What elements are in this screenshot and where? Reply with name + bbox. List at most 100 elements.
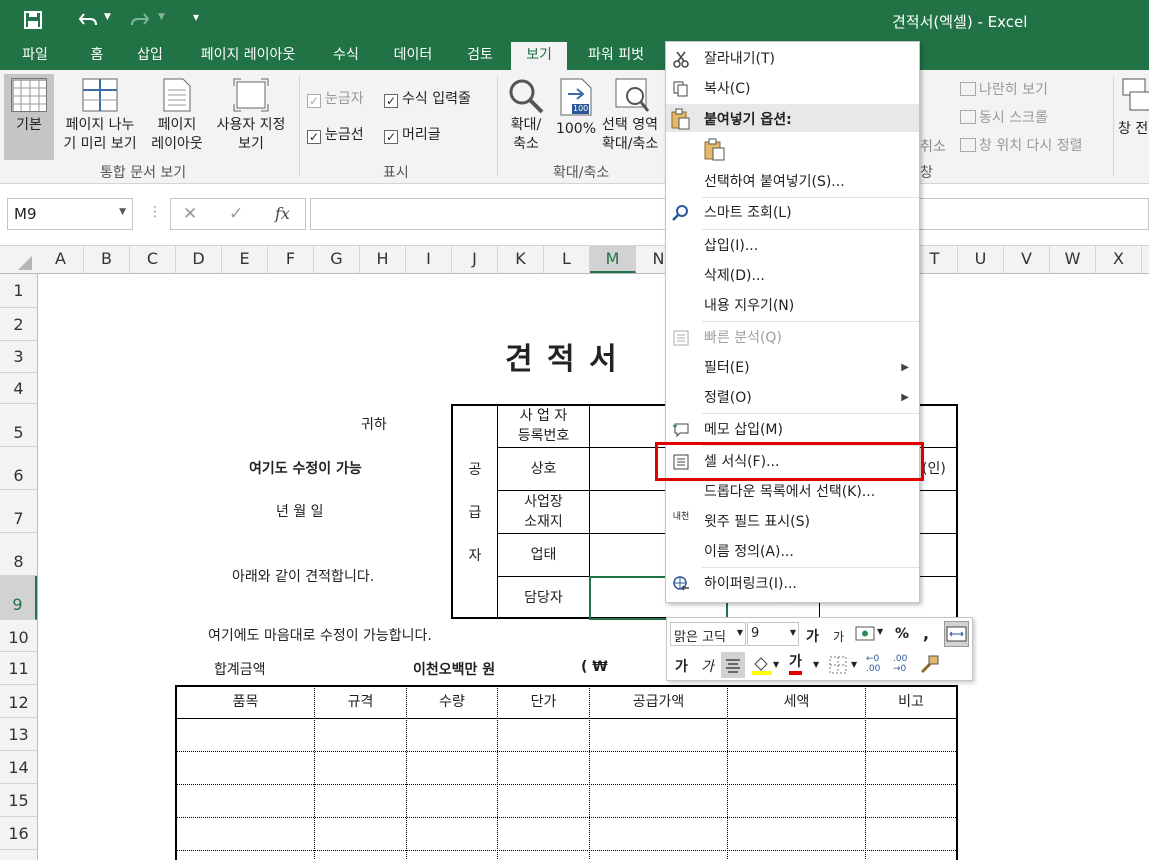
fill-color-dropdown-icon[interactable]: ▼ — [773, 660, 779, 669]
align-center-button[interactable] — [721, 652, 745, 678]
menu-item-cut[interactable]: 잘라내기(T) — [666, 44, 919, 74]
page-layout-view-button[interactable]: 페이지 레이아웃 — [146, 78, 208, 154]
row-header[interactable]: 6 — [0, 447, 37, 490]
font-name-box[interactable]: 맑은 고딕 ▼ — [670, 622, 746, 646]
font-dropdown-icon[interactable]: ▼ — [737, 628, 743, 637]
insert-function-icon[interactable]: fx — [275, 204, 290, 223]
name-box[interactable]: M9 ▼ — [7, 198, 133, 230]
tab-review[interactable]: 검토 — [455, 42, 505, 70]
formula-bar-checkbox[interactable]: ✓ 수식 입력줄 — [384, 88, 471, 108]
borders-icon[interactable] — [829, 656, 847, 674]
menu-item-hyperlink[interactable]: 하이퍼링크(I)... — [666, 569, 919, 599]
menu-item-delete[interactable]: 삭제(D)... — [666, 261, 919, 291]
switch-windows-button[interactable]: 창 전 — [1118, 78, 1149, 139]
fill-color-icon[interactable] — [751, 654, 773, 676]
row-header[interactable]: 1 — [0, 274, 37, 308]
percent-style-icon[interactable]: % — [895, 626, 909, 642]
tab-view[interactable]: 보기 — [511, 42, 567, 70]
column-header[interactable]: W — [1050, 246, 1096, 273]
column-header[interactable]: E — [222, 246, 268, 273]
row-header[interactable]: 3 — [0, 341, 37, 373]
column-header[interactable]: J — [452, 246, 498, 273]
save-icon[interactable] — [24, 11, 42, 29]
row-header[interactable]: 12 — [0, 685, 37, 718]
menu-item-copy[interactable]: 복사(C) — [666, 74, 919, 104]
tab-page-layout[interactable]: 페이지 레이아웃 — [184, 42, 312, 70]
row-header[interactable]: 14 — [0, 751, 37, 784]
cancel-icon[interactable]: ✕ — [183, 204, 197, 224]
menu-item-paste-special[interactable]: 선택하여 붙여넣기(S)... — [666, 167, 919, 197]
column-header[interactable]: U — [958, 246, 1004, 273]
menu-item-insert-comment[interactable]: 메모 삽입(M) — [666, 415, 919, 445]
column-header[interactable]: X — [1096, 246, 1142, 273]
column-header[interactable]: G — [314, 246, 360, 273]
page-break-preview-button[interactable]: 페이지 나누 기 미리 보기 — [56, 78, 144, 154]
tab-home[interactable]: 홈 — [77, 42, 117, 70]
zoom-selection-button[interactable]: 선택 영역 확대/축소 — [602, 78, 664, 154]
column-header[interactable]: V — [1004, 246, 1050, 273]
column-header[interactable]: D — [176, 246, 222, 273]
menu-item-insert[interactable]: 삽입(I)... — [666, 231, 919, 261]
menu-item-filter[interactable]: 필터(E) ▶ — [666, 353, 919, 383]
row-header[interactable]: 11 — [0, 652, 37, 685]
undo-icon[interactable] — [78, 11, 98, 29]
tab-formulas[interactable]: 수식 — [322, 42, 370, 70]
row-header-selected[interactable]: 9 — [0, 576, 37, 620]
row-header[interactable]: 7 — [0, 490, 37, 533]
tab-data[interactable]: 데이터 — [381, 42, 445, 70]
select-all-icon[interactable] — [14, 254, 34, 272]
row-header[interactable]: 10 — [0, 620, 37, 652]
gridlines-checkbox[interactable]: ✓ 눈금선 — [307, 124, 364, 144]
borders-dropdown-icon[interactable]: ▼ — [851, 660, 857, 669]
format-painter-icon[interactable] — [920, 654, 940, 674]
row-header[interactable]: 5 — [0, 404, 37, 447]
italic-icon[interactable]: 가 — [701, 656, 714, 676]
row-header[interactable]: 13 — [0, 718, 37, 751]
shrink-font-icon[interactable]: 가 — [833, 628, 844, 645]
zoom-button[interactable]: 확대/ 축소 — [503, 78, 549, 154]
accounting-dropdown-icon[interactable]: ▼ — [877, 627, 883, 636]
column-header[interactable]: A — [38, 246, 84, 273]
size-dropdown-icon[interactable]: ▼ — [790, 628, 796, 637]
column-header[interactable]: L — [544, 246, 590, 273]
column-header[interactable]: H — [360, 246, 406, 273]
tab-file[interactable]: 파일 — [10, 42, 60, 70]
normal-view-button[interactable]: 기본 — [6, 78, 52, 135]
row-header[interactable]: 4 — [0, 373, 37, 404]
bold-icon[interactable]: 가 — [675, 656, 688, 676]
grow-font-icon[interactable]: 가 — [806, 626, 819, 646]
paste-icon[interactable] — [704, 138, 726, 162]
enter-icon[interactable]: ✓ — [229, 204, 243, 224]
column-header[interactable]: K — [498, 246, 544, 273]
comma-style-icon[interactable]: , — [923, 624, 929, 643]
column-header[interactable]: I — [406, 246, 452, 273]
name-box-dropdown-icon[interactable]: ▼ — [119, 207, 126, 217]
increase-decimal-icon[interactable]: ←0 .00 — [866, 654, 880, 674]
menu-item-smart-lookup[interactable]: 스마트 조회(L) — [666, 198, 919, 228]
font-size-box[interactable]: 9 ▼ — [747, 622, 799, 646]
undo-dropdown-icon[interactable]: ▼ — [104, 12, 111, 22]
column-header[interactable]: F — [268, 246, 314, 273]
headings-checkbox[interactable]: ✓ 머리글 — [384, 124, 441, 144]
menu-item-pick-from-list[interactable]: 드롭다운 목록에서 선택(K)... — [666, 477, 919, 507]
tab-power-pivot[interactable]: 파워 피벗 — [575, 42, 657, 70]
column-header[interactable]: B — [84, 246, 130, 273]
worksheet-grid[interactable]: 견 적 서 귀하 여기도 수정이 가능 년 월 일 아래와 같이 견적합니다. … — [38, 274, 1149, 860]
column-header[interactable]: C — [130, 246, 176, 273]
merge-center-button[interactable] — [944, 621, 969, 647]
row-header[interactable]: 2 — [0, 308, 37, 341]
menu-item-sort[interactable]: 정렬(O) ▶ — [666, 383, 919, 413]
decrease-decimal-icon[interactable]: .00 →0 — [893, 654, 907, 674]
tab-insert[interactable]: 삽입 — [127, 42, 173, 70]
accounting-format-icon[interactable] — [855, 624, 875, 644]
row-header[interactable]: 15 — [0, 784, 37, 817]
row-header[interactable]: 8 — [0, 533, 37, 576]
column-header-selected[interactable]: M — [590, 246, 636, 273]
zoom-100-button[interactable]: 100 100% — [554, 78, 598, 139]
font-color-dropdown-icon[interactable]: ▼ — [813, 660, 819, 669]
menu-item-define-name[interactable]: 이름 정의(A)... — [666, 537, 919, 567]
font-color-icon[interactable]: 가 — [789, 653, 802, 675]
customize-qat-icon[interactable]: ▾ — [193, 10, 199, 24]
row-header[interactable]: 16 — [0, 817, 37, 850]
menu-item-phonetic-field[interactable]: 내천 윗주 필드 표시(S) — [666, 507, 919, 537]
